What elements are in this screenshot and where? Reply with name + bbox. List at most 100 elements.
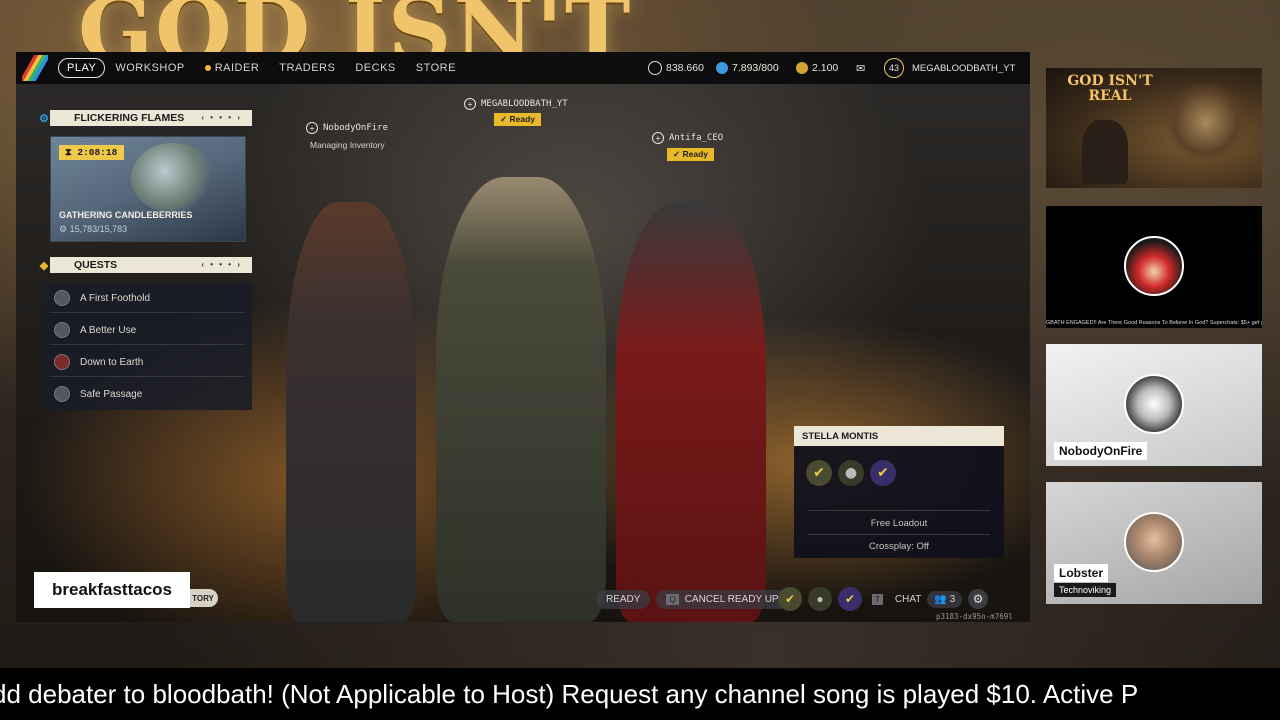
event-timer: ⧗ 2:08:18 bbox=[59, 145, 125, 160]
chat-button[interactable]: CHAT bbox=[895, 594, 921, 605]
event-timer-value: 2:08:18 bbox=[77, 147, 118, 158]
character-left bbox=[286, 202, 416, 622]
event-card[interactable]: ⧗ 2:08:18 GATHERING CANDLEBERRIES ⚙ 15,7… bbox=[50, 136, 246, 242]
player-tag-nobodyonfire[interactable]: + NobodyOnFire bbox=[306, 122, 388, 134]
quest-item[interactable]: A Better Use bbox=[50, 316, 244, 345]
participant-name: Lobster bbox=[1054, 564, 1109, 582]
event-progress-value: 15,783/15,783 bbox=[69, 224, 128, 234]
participant-name: NobodyOnFire bbox=[1054, 442, 1148, 460]
party-count: 3 bbox=[949, 593, 956, 605]
event-header-label: FLICKERING FLAMES bbox=[74, 112, 185, 124]
event-title: GATHERING CANDLEBERRIES bbox=[59, 210, 193, 220]
player-icon: + bbox=[652, 132, 664, 144]
quest-item[interactable]: Down to Earth bbox=[50, 348, 244, 377]
tokens-value: 7.893/800 bbox=[732, 62, 779, 74]
quests-header[interactable]: ◆ QUESTS ‹ • • • › bbox=[40, 257, 252, 273]
ready-button[interactable]: READY bbox=[596, 589, 651, 609]
nav-store[interactable]: STORE bbox=[406, 62, 466, 74]
avatar bbox=[1124, 374, 1184, 434]
tokens-display: 7.893/800 bbox=[716, 52, 779, 84]
participant-tile-lobster: Lobster Technoviking bbox=[1046, 482, 1262, 604]
player-name: NobodyOnFire bbox=[323, 123, 389, 133]
quest-label: Safe Passage bbox=[80, 388, 143, 400]
key-hint: Q bbox=[666, 593, 679, 605]
top-nav-bar: PLAY WORKSHOP RAIDER TRADERS DECKS STORE… bbox=[16, 52, 1030, 84]
game-window: PLAY WORKSHOP RAIDER TRADERS DECKS STORE… bbox=[16, 52, 1030, 622]
quest-giver-icon bbox=[54, 322, 70, 338]
augment-slot-icon[interactable]: ● bbox=[808, 587, 832, 611]
history-tab[interactable]: TORY bbox=[188, 589, 218, 607]
augment-check-icon[interactable]: ✔ bbox=[806, 460, 832, 486]
player-tag-megabloodbath[interactable]: + MEGABLOODBATH_YT bbox=[464, 98, 568, 110]
mail-icon: ✉ bbox=[856, 62, 866, 75]
credit-icon bbox=[796, 62, 808, 74]
nav-play[interactable]: PLAY bbox=[58, 58, 106, 78]
quest-list: A First Foothold A Better Use Down to Ea… bbox=[42, 282, 252, 410]
username: MEGABLOODBATH_YT bbox=[912, 62, 1016, 74]
diamond-icon: ◆ bbox=[39, 259, 49, 272]
character-right bbox=[616, 202, 766, 622]
party-button[interactable]: 👥 3 bbox=[927, 590, 963, 608]
credits-value: 2.100 bbox=[812, 62, 839, 74]
avatar bbox=[1124, 236, 1184, 296]
loadout-character-name: STELLA MONTIS bbox=[794, 426, 1004, 446]
quest-item[interactable]: Safe Passage bbox=[50, 380, 244, 408]
player-name: MEGABLOODBATH_YT bbox=[481, 99, 568, 109]
quest-giver-icon bbox=[54, 290, 70, 306]
quests-pager[interactable]: ‹ • • • › bbox=[201, 260, 242, 269]
crossplay-status[interactable]: Crossplay: Off bbox=[794, 541, 1004, 552]
man-illustration bbox=[1082, 120, 1128, 184]
quest-giver-icon bbox=[54, 354, 70, 370]
thumbnail-art: GOD ISN'T REAL bbox=[1046, 68, 1262, 188]
coin-icon bbox=[648, 61, 662, 75]
augment-check-icon[interactable]: ✔ bbox=[870, 460, 896, 486]
coins-display: 838.660 bbox=[648, 52, 704, 84]
quest-label: A Better Use bbox=[80, 324, 137, 336]
ready-badge: ✓ Ready bbox=[667, 148, 714, 161]
inbox-button[interactable]: ✉ bbox=[856, 52, 865, 84]
augment-check-icon[interactable]: ✔ bbox=[838, 587, 862, 611]
people-icon: 👥 bbox=[934, 593, 947, 605]
event-image bbox=[131, 143, 215, 213]
monster-illustration bbox=[1166, 82, 1246, 162]
event-header[interactable]: ⚙ FLICKERING FLAMES ‹ • • • › bbox=[39, 110, 252, 126]
player-name: Antifa_CEO bbox=[669, 133, 724, 143]
divider bbox=[808, 510, 990, 511]
loadout-name[interactable]: Free Loadout bbox=[794, 518, 1004, 529]
quest-label: A First Foothold bbox=[80, 292, 151, 304]
ticker-text: dd debater to bloodbath! (Not Applicable… bbox=[0, 678, 1139, 709]
participant-subtitle: Technoviking bbox=[1054, 583, 1117, 597]
nav-raider[interactable]: RAIDER bbox=[195, 62, 270, 74]
event-pager[interactable]: ‹ • • • › bbox=[201, 113, 242, 122]
settings-gear-icon[interactable]: ⚙ bbox=[968, 589, 989, 609]
key-hint: T bbox=[872, 593, 883, 605]
ready-label: Ready bbox=[682, 149, 708, 159]
quest-item[interactable]: A First Foothold bbox=[50, 284, 244, 313]
token-icon bbox=[716, 62, 728, 74]
quest-label: Down to Earth bbox=[80, 356, 144, 368]
quests-header-label: QUESTS bbox=[74, 259, 118, 271]
gear-icon: ⚙ bbox=[39, 112, 49, 125]
ready-badge: ✓ Ready bbox=[494, 113, 541, 126]
augment-check-icon[interactable]: ✔ bbox=[778, 587, 802, 611]
profile-button[interactable]: 43 MEGABLOODBATH_YT bbox=[884, 52, 1015, 84]
cancel-ready-button[interactable]: Q CANCEL READY UP bbox=[656, 589, 789, 609]
credits-display: 2.100 bbox=[796, 52, 838, 84]
nav-traders[interactable]: TRADERS bbox=[269, 62, 345, 74]
nav-workshop[interactable]: WORKSHOP bbox=[105, 62, 194, 74]
ready-label: Ready bbox=[509, 114, 535, 124]
bottom-actions: READY Q CANCEL READY UP bbox=[596, 588, 789, 610]
bottom-right-actions: ✔ ● ✔ T CHAT 👥 3 ⚙ bbox=[778, 587, 989, 611]
nav-raider-label: RAIDER bbox=[214, 62, 260, 74]
participant-tile-nobodyonfire: NobodyOnFire bbox=[1046, 344, 1262, 466]
divider bbox=[808, 534, 990, 535]
level-badge: 43 bbox=[884, 58, 904, 78]
thumbnail-title: GOD ISN'T REAL bbox=[1067, 73, 1153, 104]
player-tag-antifa-ceo[interactable]: + Antifa_CEO bbox=[652, 132, 723, 144]
tile-ticker: GBATH ENGAGED!! Are There Good Reasons T… bbox=[1046, 320, 1262, 326]
player-icon: + bbox=[306, 122, 318, 134]
player-icon: + bbox=[464, 98, 476, 110]
nav-decks[interactable]: DECKS bbox=[345, 62, 405, 74]
build-version: p3183-dx95n-m769l bbox=[936, 612, 1013, 621]
augment-slot-icon[interactable]: ● bbox=[838, 460, 864, 486]
